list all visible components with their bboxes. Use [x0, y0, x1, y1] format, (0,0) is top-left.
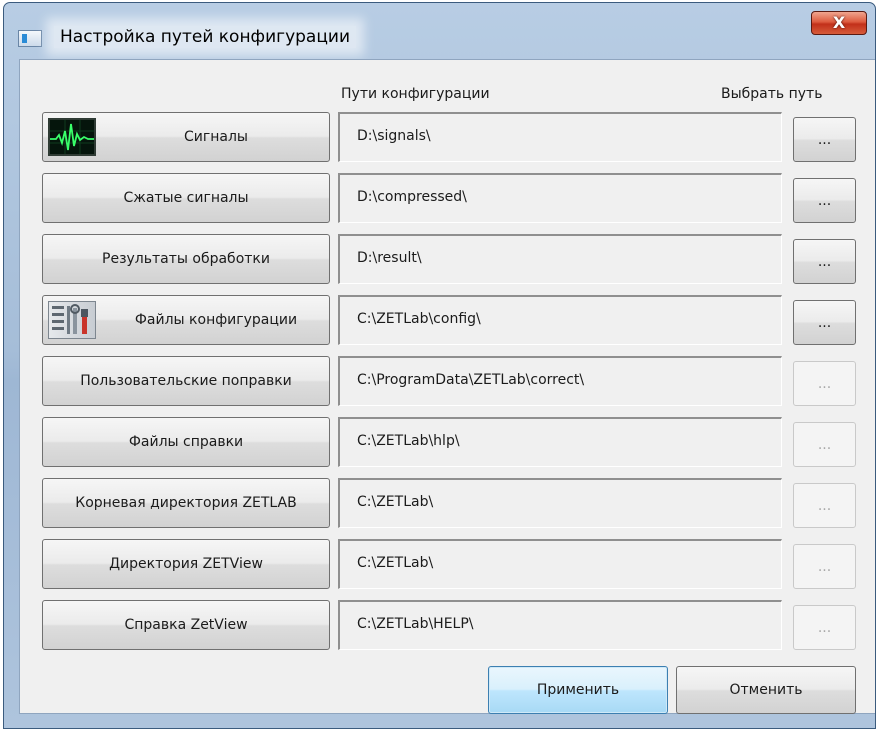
- title-bar[interactable]: Настройка путей конфигурации X: [4, 3, 875, 59]
- zetview-help-button-label: Справка ZetView: [124, 617, 248, 633]
- path-row-signals: Сигналы D:\signals\ ...: [20, 112, 875, 162]
- paths-column-header: Пути конфигурации: [341, 86, 490, 102]
- zetview-directory-path-field[interactable]: C:\ZETLab\: [338, 539, 782, 589]
- window-title: Настройка путей конфигурации: [54, 26, 357, 48]
- compressed-signals-path-field[interactable]: D:\compressed\: [338, 173, 782, 223]
- user-corrections-button[interactable]: Пользовательские поправки: [42, 356, 330, 406]
- cancel-button[interactable]: Отменить: [676, 666, 856, 714]
- dialog-content: Пути конфигурации Выбрать путь Сигналы D…: [19, 59, 875, 714]
- path-row-compressed-signals: Сжатые сигналы D:\compressed\ ...: [20, 173, 875, 223]
- compressed-signals-button-label: Сжатые сигналы: [123, 190, 249, 206]
- zetlab-root-path-field[interactable]: C:\ZETLab\: [338, 478, 782, 528]
- zetview-directory-path-text: C:\ZETLab\: [357, 555, 434, 571]
- zetview-directory-button[interactable]: Директория ZETView: [42, 539, 330, 589]
- path-row-help-files: Файлы справки C:\ZETLab\hlp\ ...: [20, 417, 875, 467]
- zetlab-root-path-text: C:\ZETLab\: [357, 494, 434, 510]
- help-files-path-field[interactable]: C:\ZETLab\hlp\: [338, 417, 782, 467]
- compressed-signals-path-text: D:\compressed\: [357, 189, 467, 205]
- config-files-path-field[interactable]: C:\ZETLab\config\: [338, 295, 782, 345]
- path-row-zetview-directory: Директория ZETView C:\ZETLab\ ...: [20, 539, 875, 589]
- user-corrections-browse-button: ...: [793, 361, 856, 406]
- path-row-user-corrections: Пользовательские поправки C:\ProgramData…: [20, 356, 875, 406]
- signals-path-field[interactable]: D:\signals\: [338, 112, 782, 162]
- processing-results-button[interactable]: Результаты обработки: [42, 234, 330, 284]
- processing-results-path-text: D:\result\: [357, 250, 422, 266]
- zetview-help-path-text: C:\ZETLab\HELP\: [357, 616, 474, 632]
- waveform-icon: [48, 118, 96, 156]
- settings-window: Настройка путей конфигурации X Пути конф…: [3, 2, 876, 729]
- close-button[interactable]: X: [811, 11, 867, 35]
- config-files-button-label: Файлы конфигурации: [134, 312, 298, 328]
- user-corrections-button-label: Пользовательские поправки: [80, 373, 292, 389]
- apply-button[interactable]: Применить: [488, 666, 668, 714]
- path-row-zetlab-root: Корневая директория ZETLAB C:\ZETLab\ ..…: [20, 478, 875, 528]
- signals-browse-button[interactable]: ...: [793, 117, 856, 162]
- config-files-button[interactable]: Файлы конфигурации: [42, 295, 330, 345]
- config-tools-icon: [48, 301, 96, 339]
- zetview-help-browse-button: ...: [793, 605, 856, 650]
- path-row-config-files: Файлы конфигурации C:\ZETLab\config\ ...: [20, 295, 875, 345]
- user-corrections-path-field[interactable]: C:\ProgramData\ZETLab\correct\: [338, 356, 782, 406]
- zetview-help-path-field[interactable]: C:\ZETLab\HELP\: [338, 600, 782, 650]
- compressed-signals-browse-button[interactable]: ...: [793, 178, 856, 223]
- zetlab-root-browse-button: ...: [793, 483, 856, 528]
- zetlab-root-button[interactable]: Корневая директория ZETLAB: [42, 478, 330, 528]
- window-app-icon: [18, 30, 42, 47]
- signals-button-label: Сигналы: [184, 129, 248, 145]
- help-files-button[interactable]: Файлы справки: [42, 417, 330, 467]
- user-corrections-path-text: C:\ProgramData\ZETLab\correct\: [357, 372, 585, 388]
- processing-results-path-field[interactable]: D:\result\: [338, 234, 782, 284]
- config-files-browse-button[interactable]: ...: [793, 300, 856, 345]
- browse-column-header: Выбрать путь: [721, 86, 823, 102]
- zetview-help-button[interactable]: Справка ZetView: [42, 600, 330, 650]
- zetlab-root-button-label: Корневая директория ZETLAB: [75, 495, 297, 511]
- signals-button[interactable]: Сигналы: [42, 112, 330, 162]
- signals-path-text: D:\signals\: [357, 128, 431, 144]
- help-files-browse-button: ...: [793, 422, 856, 467]
- compressed-signals-button[interactable]: Сжатые сигналы: [42, 173, 330, 223]
- zetview-directory-button-label: Директория ZETView: [109, 556, 263, 572]
- processing-results-browse-button[interactable]: ...: [793, 239, 856, 284]
- path-row-processing-results: Результаты обработки D:\result\ ...: [20, 234, 875, 284]
- path-row-zetview-help: Справка ZetView C:\ZETLab\HELP\ ...: [20, 600, 875, 650]
- help-files-button-label: Файлы справки: [128, 434, 244, 450]
- processing-results-button-label: Результаты обработки: [102, 251, 270, 267]
- help-files-path-text: C:\ZETLab\hlp\: [357, 433, 460, 449]
- config-files-path-text: C:\ZETLab\config\: [357, 311, 481, 327]
- zetview-directory-browse-button: ...: [793, 544, 856, 589]
